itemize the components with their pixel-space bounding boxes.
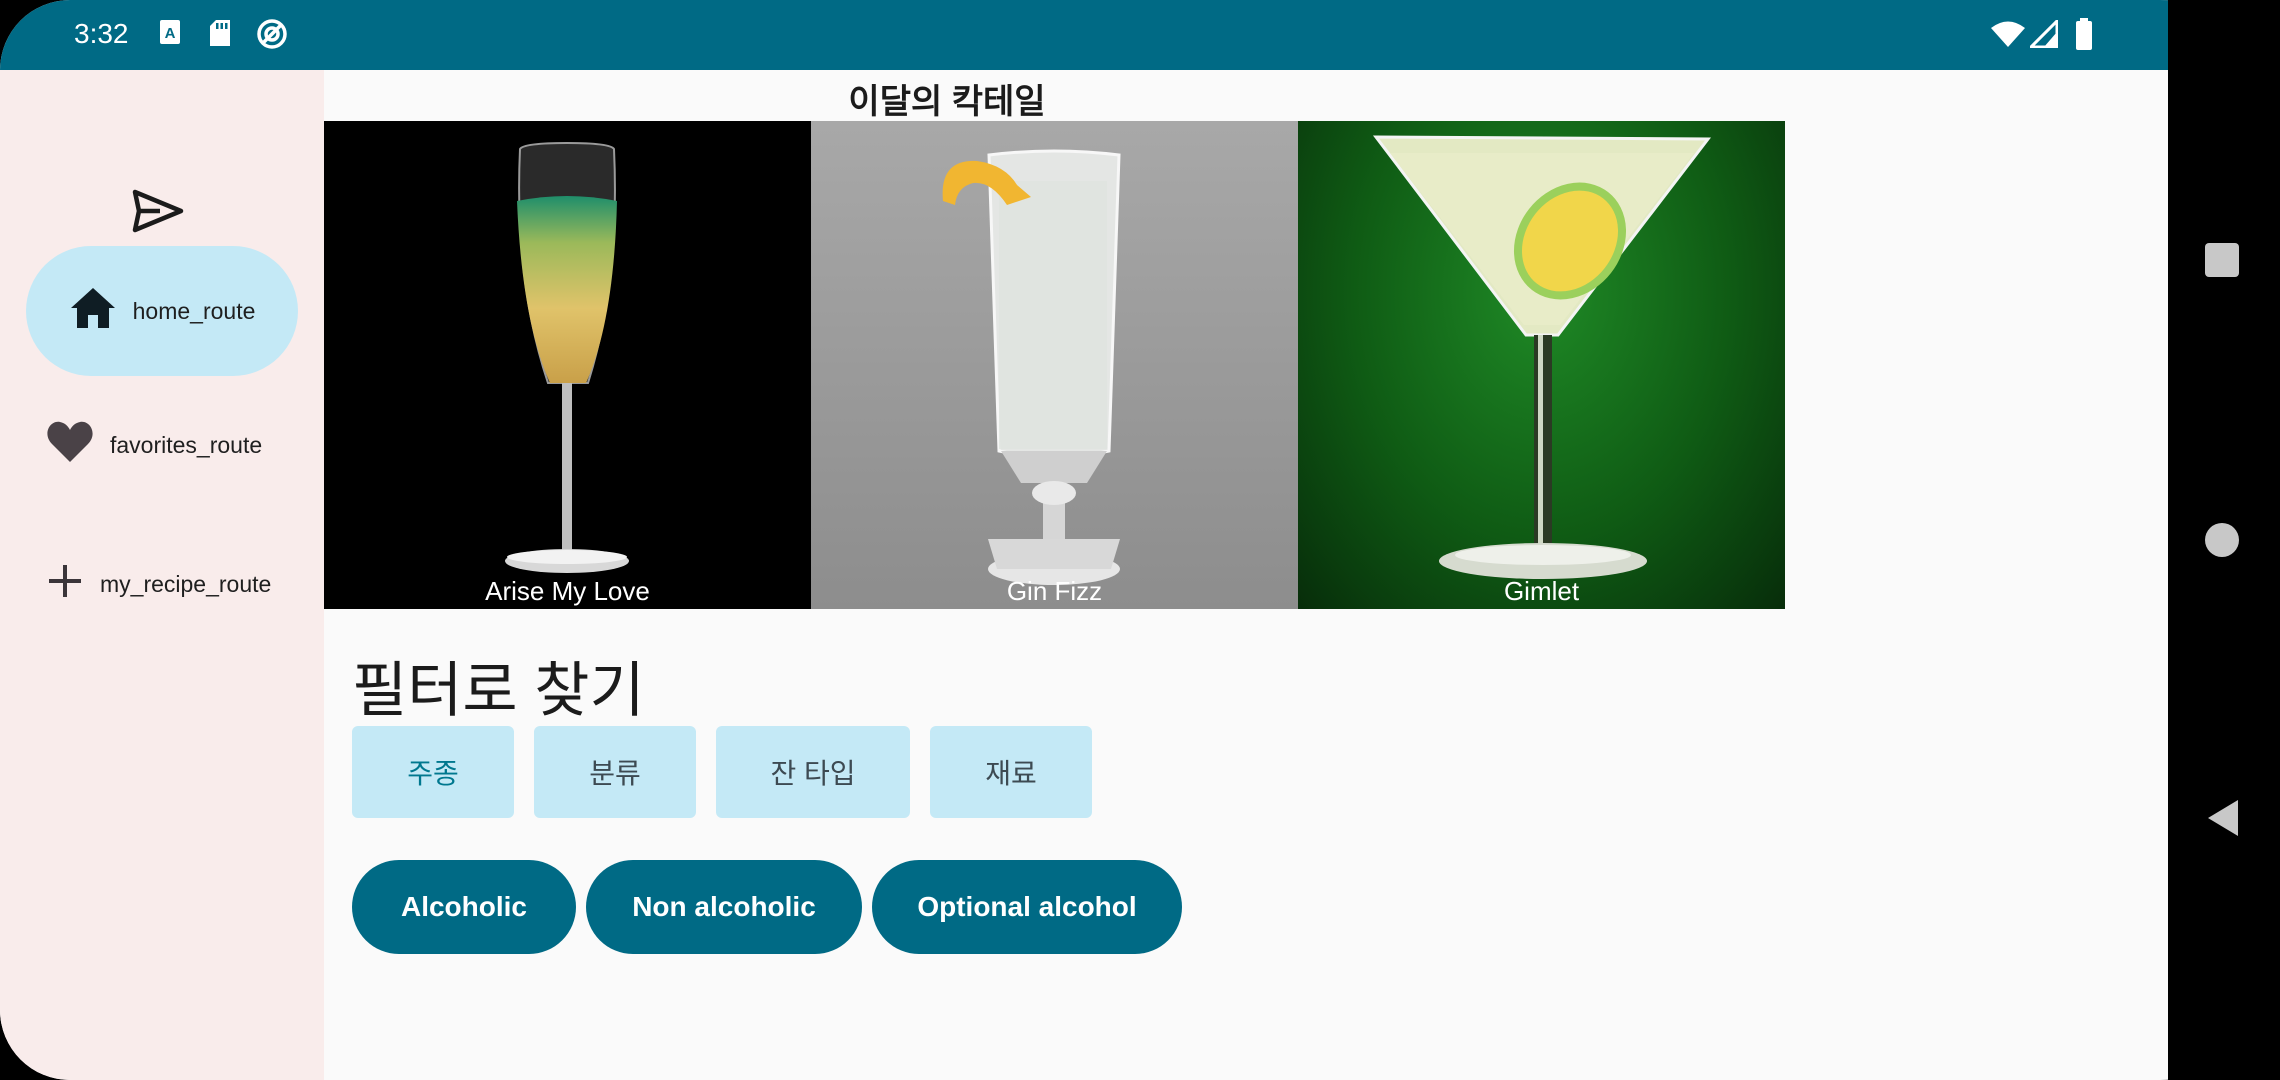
cocktail-image-champagne-flute	[505, 141, 629, 573]
filter-tab-liquor-type[interactable]: 주종	[352, 726, 514, 818]
battery-icon	[2074, 18, 2094, 55]
cocktail-image-martini	[1372, 135, 1712, 579]
signal-icon	[2027, 17, 2059, 53]
main-content: 이달의 칵테일 Arise My Love Gin Fizz Gimlet 필터…	[324, 70, 2168, 1080]
device-frame: 3:32 A home_route favorites_route my_rec…	[0, 0, 2280, 1080]
status-bar: 3:32 A	[0, 0, 2168, 70]
nav-item-favorites[interactable]: favorites_route	[46, 420, 262, 470]
filter-tab-ingredient[interactable]: 재료	[930, 726, 1092, 818]
section-title-cocktails-of-month: 이달의 칵테일	[848, 83, 1046, 121]
chip-non-alcoholic[interactable]: Non alcoholic	[586, 860, 862, 954]
cocktail-image-highball	[942, 149, 1121, 585]
cocktail-card[interactable]: Gimlet	[1298, 121, 1785, 609]
nav-item-label: home_route	[132, 297, 256, 324]
sd-card-icon	[208, 18, 232, 53]
navigation-rail: home_route favorites_route my_recipe_rou…	[0, 70, 324, 1080]
chip-optional-alcohol[interactable]: Optional alcohol	[872, 860, 1182, 954]
back-icon[interactable]	[2206, 798, 2240, 843]
filter-tab-glass-type[interactable]: 잔 타입	[716, 726, 910, 818]
svg-text:A: A	[165, 25, 176, 42]
home-nav-icon[interactable]	[2203, 521, 2241, 564]
circle-slash-icon	[256, 18, 288, 55]
cocktail-gallery: Arise My Love Gin Fizz Gimlet	[324, 121, 1786, 609]
send-icon	[132, 189, 184, 238]
app-screen: 3:32 A home_route favorites_route my_rec…	[0, 0, 2168, 1080]
keyboard-a-icon: A	[158, 18, 182, 51]
recents-icon[interactable]	[2204, 242, 2240, 283]
plus-icon	[46, 562, 84, 606]
send-fab-button[interactable]	[132, 188, 192, 240]
cocktail-name: Arise My Love	[485, 576, 650, 606]
home-icon	[69, 286, 117, 336]
filter-section-title: 필터로 찾기	[352, 657, 645, 724]
filter-tab-category[interactable]: 분류	[534, 726, 696, 818]
cocktail-card[interactable]: Gin Fizz	[811, 121, 1298, 609]
nav-item-my-recipe[interactable]: my_recipe_route	[46, 562, 271, 606]
status-time: 3:32	[74, 18, 129, 49]
heart-icon	[46, 420, 94, 470]
nav-item-label: favorites_route	[110, 431, 263, 458]
nav-item-label: my_recipe_route	[100, 570, 272, 597]
cocktail-name: Gimlet	[1503, 576, 1580, 606]
system-navigation-bar	[2168, 0, 2280, 1080]
chip-alcoholic[interactable]: Alcoholic	[352, 860, 576, 954]
nav-item-home[interactable]: home_route	[26, 246, 298, 376]
cocktail-name: Gin Fizz	[1006, 576, 1103, 606]
wifi-icon	[1990, 20, 2026, 53]
cocktail-card[interactable]: Arise My Love	[324, 121, 811, 609]
